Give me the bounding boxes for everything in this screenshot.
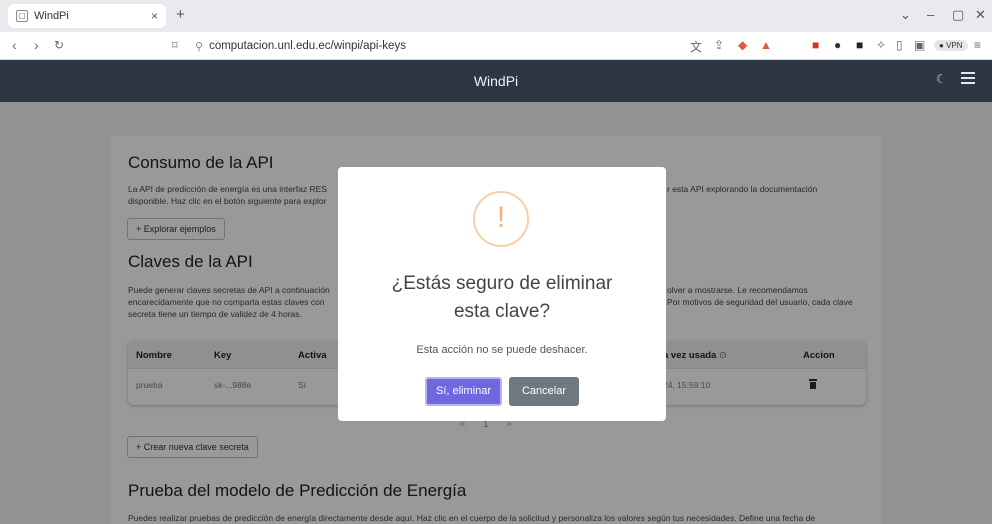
forward-icon[interactable]: ›	[34, 37, 39, 53]
tab-title: WindPi	[34, 10, 69, 22]
extension-c-icon[interactable]: ●	[834, 38, 841, 52]
minimize-icon[interactable]: –	[927, 7, 934, 22]
share-icon[interactable]: ⇪	[714, 38, 724, 52]
browser-menu-icon[interactable]: ≡	[974, 38, 981, 52]
site-settings-icon[interactable]: ⚲	[195, 40, 203, 53]
brave-rewards-icon[interactable]: ▲	[760, 38, 772, 52]
url-field[interactable]: ⚲ computacion.unl.edu.ec/winpi/api-keys	[195, 36, 475, 56]
extensions-icon[interactable]: ✧	[876, 38, 886, 52]
dialog-title: ¿Estás seguro de eliminar esta clave?	[338, 270, 666, 326]
extension-red-icon[interactable]: ■	[812, 38, 819, 52]
browser-tab-bar: ▢ WindPi × + ⌄ – ▢ ✕	[0, 0, 992, 32]
tab-close-icon[interactable]: ×	[151, 9, 158, 23]
dialog-message: Esta acción no se puede deshacer.	[416, 344, 588, 356]
browser-tab[interactable]: ▢ WindPi ×	[8, 4, 166, 28]
restore-icon[interactable]: ▢	[952, 7, 964, 23]
favicon-icon: ▢	[16, 10, 28, 22]
confirm-delete-dialog: ! ¿Estás seguro de eliminar esta clave? …	[338, 167, 666, 421]
bookmark-icon[interactable]: ⌑	[172, 39, 178, 52]
brave-shield-icon[interactable]: ◆	[738, 38, 747, 52]
back-icon[interactable]: ‹	[12, 37, 17, 53]
theme-toggle-icon[interactable]: ☾	[936, 72, 947, 86]
app-title: WindPi	[473, 73, 519, 89]
cancel-button[interactable]: Cancelar	[509, 377, 579, 406]
dialog-title-line-2: esta clave?	[453, 301, 551, 322]
sidebar-icon[interactable]: ▯	[896, 38, 903, 52]
wallet-icon[interactable]: ▣	[914, 38, 925, 52]
reload-icon[interactable]: ↻	[54, 38, 64, 52]
warning-icon: !	[473, 191, 529, 247]
vpn-button[interactable]: ● VPN	[934, 40, 968, 51]
translate-icon[interactable]: 文	[690, 38, 702, 55]
hamburger-menu-icon[interactable]	[961, 72, 975, 84]
address-bar: ‹ › ↻ ⌑ ⚲ computacion.unl.edu.ec/winpi/a…	[0, 32, 992, 60]
vpn-label: VPN	[946, 41, 963, 50]
dialog-title-line-1: ¿Estás seguro de eliminar	[391, 273, 613, 294]
url-text: computacion.unl.edu.ec/winpi/api-keys	[209, 40, 406, 52]
confirm-delete-button[interactable]: Sí, eliminar	[425, 377, 502, 406]
app-header: WindPi ☾	[0, 60, 992, 102]
tab-list-icon[interactable]: ⌄	[900, 7, 911, 23]
extension-dark-icon[interactable]: ■	[856, 38, 863, 52]
close-window-icon[interactable]: ✕	[975, 7, 986, 23]
new-tab-button[interactable]: +	[176, 6, 185, 23]
